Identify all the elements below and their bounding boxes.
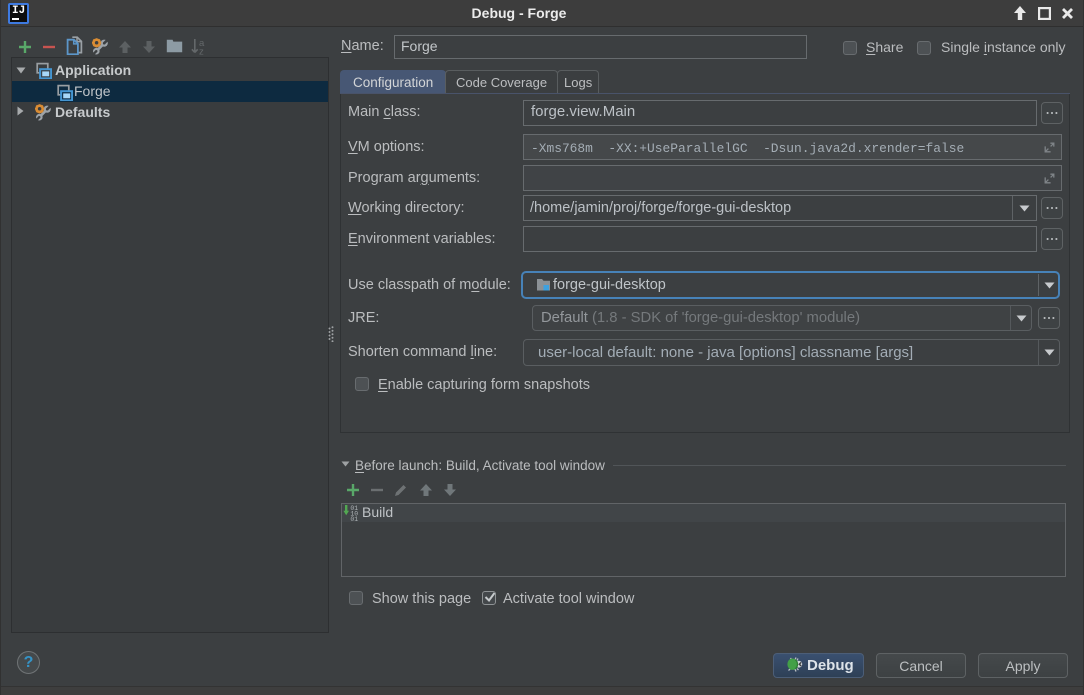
svg-text:z: z [199, 47, 204, 56]
svg-text:01: 01 [350, 516, 358, 521]
